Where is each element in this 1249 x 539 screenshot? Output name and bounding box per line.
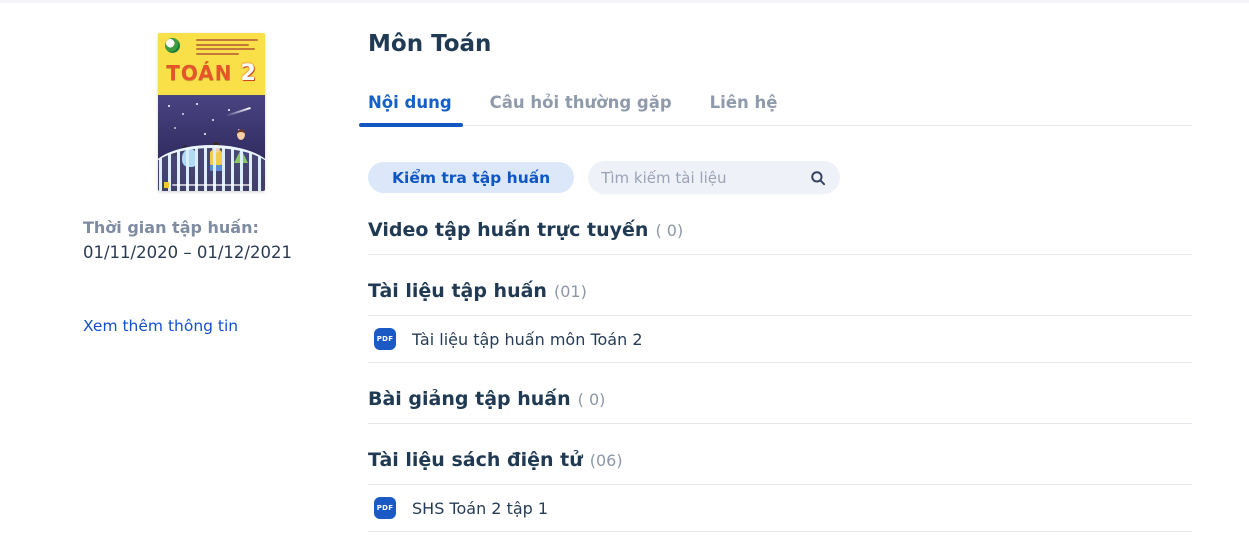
publisher-name-line xyxy=(172,184,251,186)
book-cover-title: TOÁN 2 xyxy=(158,61,265,86)
document-row-shs-toan-2-tap-1[interactable]: PDF SHS Toán 2 tập 1 xyxy=(368,485,1192,531)
search-icon[interactable] xyxy=(809,169,827,187)
search-input[interactable] xyxy=(601,168,810,187)
section-count: (06) xyxy=(589,451,623,470)
document-label[interactable]: SHS Toán 2 tập 1 xyxy=(412,499,548,518)
pdf-file-icon: PDF xyxy=(374,328,396,350)
document-label[interactable]: Tài liệu tập huấn môn Toán 2 xyxy=(412,330,643,349)
book-cover[interactable]: TOÁN 2 xyxy=(158,33,265,191)
divider xyxy=(368,423,1192,424)
publisher-mark xyxy=(164,182,169,188)
section-count: (01) xyxy=(553,282,587,301)
pdf-file-icon: PDF xyxy=(374,497,396,519)
document-search-box[interactable] xyxy=(588,161,841,194)
section-bai-giang-tap-huan: Bài giảng tập huấn ( 0) xyxy=(368,388,1192,410)
tab-noi-dung[interactable]: Nội dung xyxy=(359,93,463,127)
tab-lien-he[interactable]: Liên hệ xyxy=(710,93,778,125)
shooting-star-decoration xyxy=(225,107,251,117)
divider xyxy=(368,362,1192,363)
document-row-tai-lieu-tap-huan-mon-toan-2[interactable]: PDF Tài liệu tập huấn môn Toán 2 xyxy=(368,316,1192,362)
section-count: ( 0) xyxy=(655,221,684,240)
section-title: Tài liệu sách điện tử xyxy=(368,449,583,471)
stars-decoration xyxy=(168,105,170,107)
publisher-logo-icon xyxy=(165,38,180,53)
section-count: ( 0) xyxy=(577,390,606,409)
section-title: Video tập huấn trực tuyến xyxy=(368,219,649,241)
divider xyxy=(368,254,1192,255)
check-training-button[interactable]: Kiểm tra tập huấn xyxy=(368,162,575,193)
book-cover-illustration xyxy=(158,95,265,191)
cover-author-lines xyxy=(196,39,258,57)
training-time-label: Thời gian tập huấn: xyxy=(83,218,259,237)
content-controls: Kiểm tra tập huấn xyxy=(368,161,1192,194)
book-title-word: TOÁN xyxy=(166,61,233,85)
training-time-value: 01/11/2020 – 01/12/2021 xyxy=(83,243,292,262)
tab-cau-hoi-thuong-gap[interactable]: Câu hỏi thường gặp xyxy=(490,93,672,125)
book-title-number: 2 xyxy=(240,61,257,86)
book-cover-top: TOÁN 2 xyxy=(158,33,265,95)
section-video-tap-huan: Video tập huấn trực tuyến ( 0) xyxy=(368,219,1192,241)
section-title: Bài giảng tập huấn xyxy=(368,388,571,410)
page-layout: TOÁN 2 Thời gian tập huấn: 01/11/2020 – … xyxy=(0,3,1249,532)
section-title: Tài liệu tập huấn xyxy=(368,280,547,302)
section-tai-lieu-sach-dien-tu: Tài liệu sách điện tử (06) xyxy=(368,449,1192,471)
book-sidebar: TOÁN 2 Thời gian tập huấn: 01/11/2020 – … xyxy=(83,3,340,532)
page-title: Môn Toán xyxy=(368,31,492,57)
tab-bar: Nội dung Câu hỏi thường gặp Liên hệ xyxy=(359,93,1192,127)
divider xyxy=(368,531,1192,532)
section-tai-lieu-tap-huan: Tài liệu tập huấn (01) xyxy=(368,280,1192,302)
more-info-link[interactable]: Xem thêm thông tin xyxy=(83,317,238,335)
subject-main: Môn Toán Nội dung Câu hỏi thường gặp Liê… xyxy=(359,3,1192,532)
